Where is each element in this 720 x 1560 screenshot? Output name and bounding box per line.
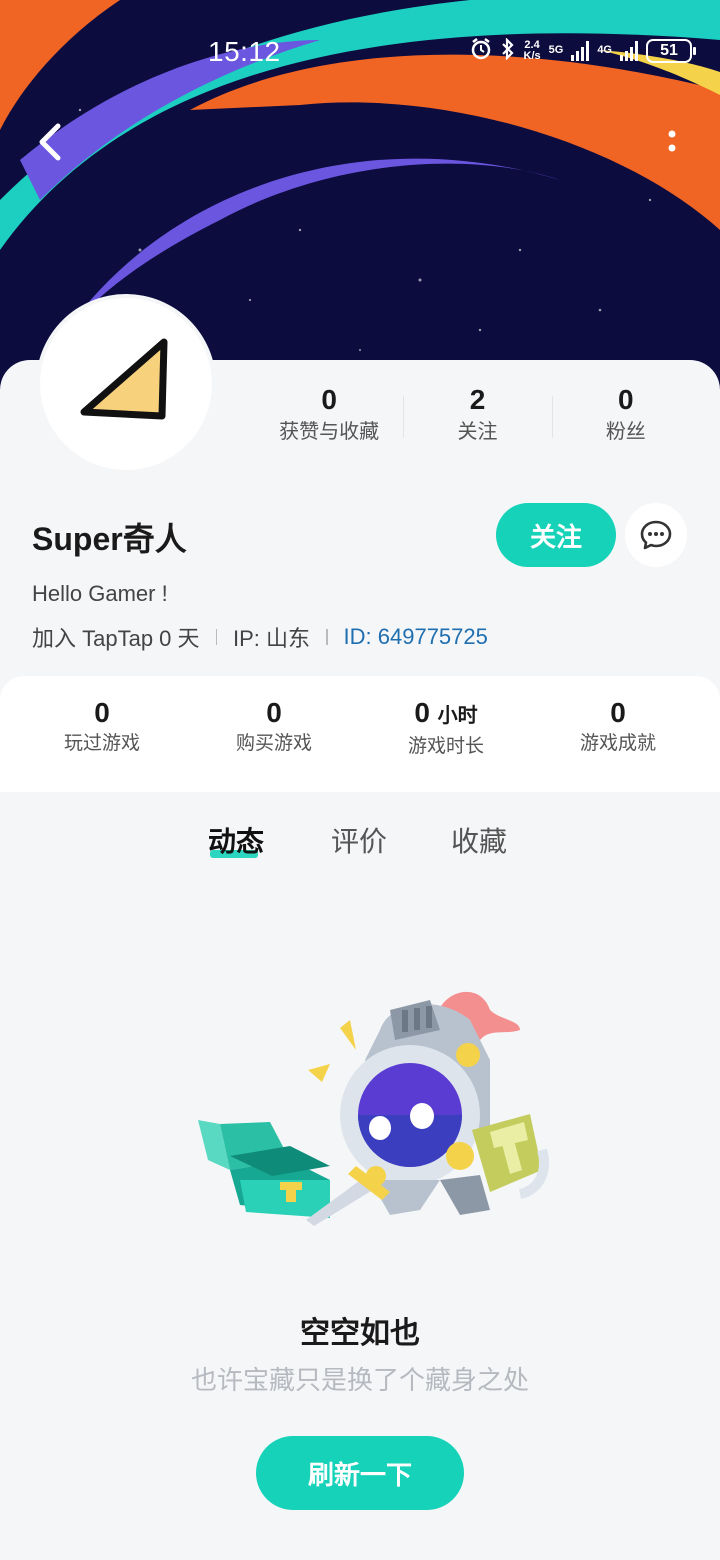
more-options-button[interactable]	[664, 128, 680, 158]
status-bar: 15:12 2.4 K/s 5G 4G 51	[0, 30, 720, 76]
message-button[interactable]	[625, 503, 687, 567]
profile-meta: 加入 TapTap 0 天 IP: 山东 ID: 649775725	[32, 621, 488, 653]
follow-button[interactable]: 关注	[496, 503, 616, 567]
treasure-chest-icon	[198, 1120, 330, 1218]
network-5g-label: 5G	[548, 44, 564, 56]
joined-days: 加入 TapTap 0 天	[32, 626, 200, 651]
alarm-icon	[470, 38, 492, 63]
signal-4g-icon	[620, 40, 638, 61]
stat-achievements[interactable]: 0 游戏成就	[532, 696, 704, 792]
status-icons: 2.4 K/s 5G 4G 51	[470, 37, 696, 63]
stat-followers[interactable]: 0 粉丝	[551, 382, 700, 452]
chevron-left-icon	[39, 123, 61, 161]
profile-name: Super奇人	[32, 521, 187, 557]
user-id[interactable]: ID: 649775725	[344, 624, 488, 650]
avatar[interactable]	[40, 298, 212, 470]
avatar-triangle-icon	[80, 338, 168, 420]
signal-5g-icon	[571, 40, 590, 61]
social-stats: 0 获赞与收藏 2 关注 0 粉丝	[255, 382, 700, 452]
bluetooth-icon	[500, 37, 516, 63]
game-stats: 0 玩过游戏 0 购买游戏 0 小时 游戏时长 0 游戏成就	[0, 676, 720, 792]
divider	[215, 629, 218, 645]
stat-games-played[interactable]: 0 玩过游戏	[16, 696, 188, 792]
network-4g-label: 4G	[597, 44, 612, 56]
content-tabs: 动态 评价 收藏	[0, 820, 720, 880]
back-button[interactable]	[30, 118, 70, 166]
more-vertical-icon	[668, 130, 676, 152]
play-time-unit: 小时	[437, 705, 478, 727]
empty-state-title: 空空如也	[300, 1317, 420, 1350]
battery-level: 51	[660, 41, 678, 59]
stat-play-time[interactable]: 0 小时 游戏时长	[360, 696, 532, 792]
stat-following[interactable]: 2 关注	[403, 382, 551, 452]
profile-bio: Hello Gamer !	[32, 581, 168, 606]
chat-bubble-icon	[640, 520, 672, 550]
battery-icon: 51	[646, 38, 696, 63]
ip-location: IP: 山东	[233, 626, 311, 651]
network-speed: 2.4 K/s	[523, 38, 541, 62]
tab-favorites[interactable]: 收藏	[451, 820, 507, 860]
refresh-button[interactable]: 刷新一下	[256, 1436, 464, 1510]
divider	[326, 629, 328, 645]
stat-games-bought[interactable]: 0 购买游戏	[188, 696, 360, 792]
empty-state-subtitle: 也许宝藏只是换了个藏身之处	[190, 1365, 529, 1395]
stat-likes[interactable]: 0 获赞与收藏	[255, 382, 403, 452]
status-time: 15:12	[208, 36, 281, 67]
empty-state-illustration	[190, 980, 550, 1230]
tab-reviews[interactable]: 评价	[331, 820, 387, 860]
tab-moments[interactable]: 动态	[208, 820, 264, 860]
